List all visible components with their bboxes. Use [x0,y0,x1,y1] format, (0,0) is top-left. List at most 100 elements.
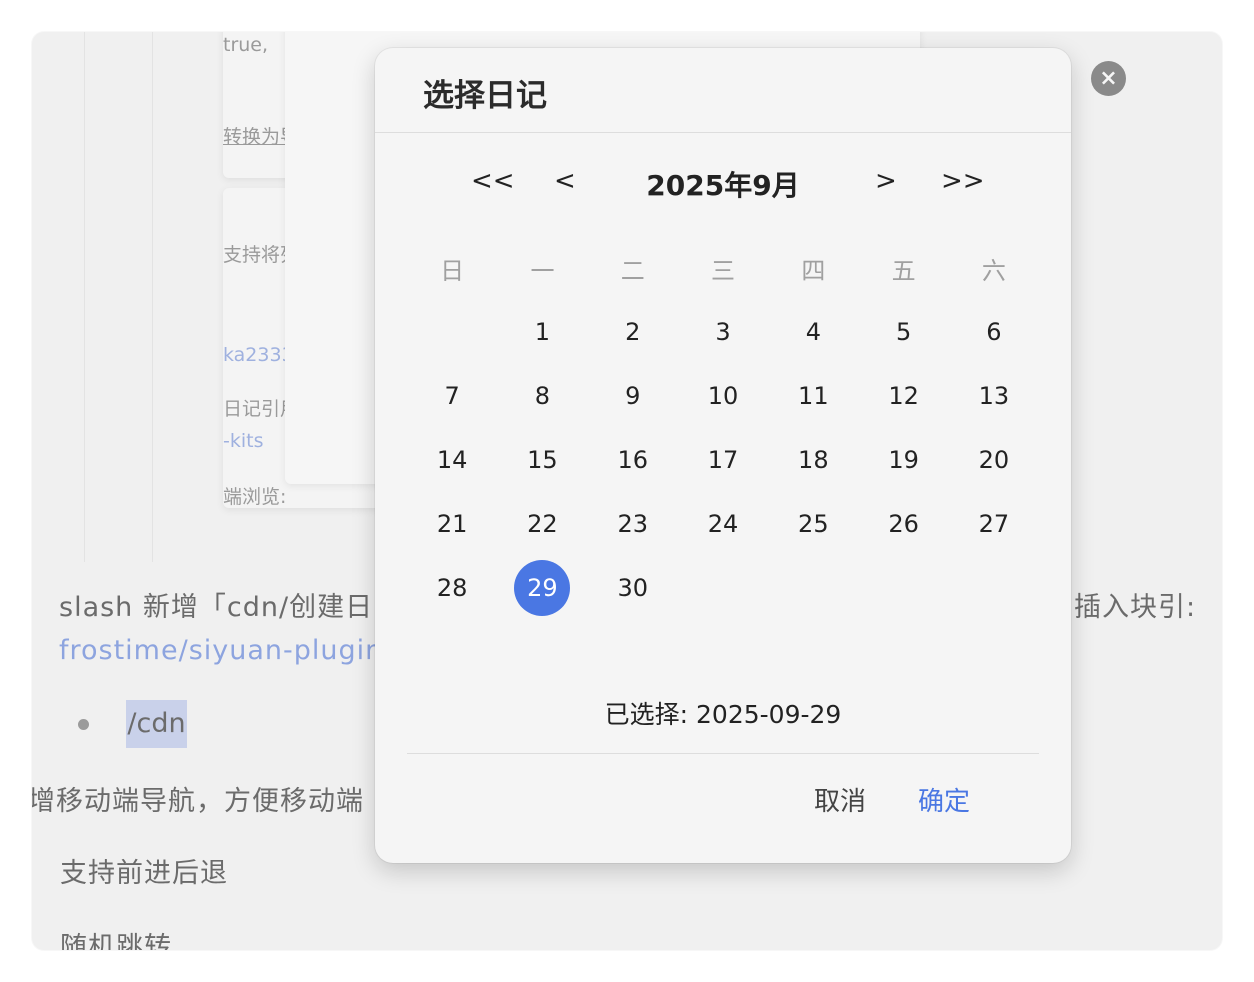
day-cell[interactable]: 2 [588,300,678,364]
day-number: 19 [888,446,919,474]
week-row: 1 2 3 4 5 6 [407,300,1039,364]
day-cell[interactable]: 8 [497,364,587,428]
divider [375,132,1071,133]
day-number: 18 [798,446,829,474]
day-number [424,304,480,360]
day-cell[interactable]: 21 [407,492,497,556]
doc-text: 插入块引: [1074,592,1197,623]
day-cell[interactable]: 11 [768,364,858,428]
doc-text: 增移动端导航，方便移动端 [32,786,364,817]
day-number: 2 [625,318,641,346]
day-number: 16 [617,446,648,474]
day-number: 6 [986,318,1002,346]
selected-date-text: 已选择: 2025-09-29 [604,700,842,729]
day-cell[interactable]: 1 [497,300,587,364]
day-cell[interactable]: 27 [949,492,1039,556]
card-text: 端浏览: [223,486,287,508]
day-cell[interactable]: 20 [949,428,1039,492]
selected-day-cell[interactable]: 29 [497,556,587,620]
guide-line [84,32,85,562]
doc-text: slash 新增「cdn/创建日 [59,592,374,623]
day-number [695,560,751,616]
day-number: 7 [444,382,460,410]
empty-day-cell [678,556,768,620]
dialog-title: 选择日记 [423,78,547,114]
day-number: 21 [436,510,468,538]
weekday-header: 日 一 二 三 四 五 六 [407,236,1039,300]
day-cell[interactable]: 24 [678,492,768,556]
week-row: 7 8 9 10 11 12 13 [407,364,1039,428]
day-number: 1 [534,318,551,346]
day-cell[interactable]: 4 [768,300,858,364]
doc-text: 支持前进后退 [60,858,228,889]
divider [407,753,1039,754]
next-year-button[interactable]: >> [941,166,985,196]
weekday-label: 六 [981,256,1006,285]
day-number: 14 [436,446,468,474]
day-number: 8 [534,382,551,410]
day-number [785,560,841,616]
confirm-button[interactable]: 确定 [918,781,970,818]
week-row: 14 15 16 17 18 19 20 [407,428,1039,492]
highlighted-text: /cdn [126,700,187,748]
day-number: 23 [617,510,648,538]
day-number: 22 [527,510,558,538]
weekday-label: 二 [620,256,645,285]
day-number: 13 [978,382,1010,410]
diary-picker-dialog: 选择日记 << < 2025年9月 > >> 日 一 二 三 四 五 六 123… [375,48,1071,863]
day-cell[interactable]: 14 [407,428,497,492]
doc-text: 随机跳转 [60,932,172,950]
day-cell[interactable]: 7 [407,364,497,428]
week-row: 28 29 30 [407,556,1039,620]
day-cell[interactable]: 5 [858,300,948,364]
day-cell[interactable]: 6 [949,300,1039,364]
day-number: 27 [978,510,1010,538]
doc-link[interactable]: frostime/siyuan-plugin- [59,635,394,666]
day-cell[interactable]: 17 [678,428,768,492]
day-number [876,560,932,616]
cancel-button[interactable]: 取消 [814,781,866,818]
empty-day-cell [768,556,858,620]
day-cell[interactable]: 18 [768,428,858,492]
day-number: 17 [707,446,739,474]
day-cell[interactable]: 30 [588,556,678,620]
day-cell[interactable]: 22 [497,492,587,556]
day-number: 25 [798,510,829,538]
day-number [966,560,1022,616]
weekday-label: 四 [801,256,826,285]
day-number: 3 [715,318,731,346]
day-number: 20 [978,446,1010,474]
day-number: 11 [798,382,829,410]
next-month-button[interactable]: > [875,166,897,196]
week-row: 21 22 23 24 25 26 27 [407,492,1039,556]
day-cell[interactable]: 9 [588,364,678,428]
weekday-label: 三 [711,256,736,285]
day-number: 12 [888,382,919,410]
day-cell[interactable]: 3 [678,300,768,364]
weekday-label: 五 [891,256,916,285]
day-number: 9 [625,382,641,410]
day-cell[interactable]: 10 [678,364,768,428]
day-cell[interactable]: 16 [588,428,678,492]
day-cell[interactable]: 25 [768,492,858,556]
day-cell[interactable]: 19 [858,428,948,492]
card-link: -kits [223,430,264,452]
bullet-dot [78,719,89,730]
day-number: 5 [895,318,912,346]
day-number: 30 [617,574,648,602]
day-cell[interactable]: 28 [407,556,497,620]
day-number: 29 [514,560,571,616]
day-number: 26 [888,510,919,538]
close-icon[interactable]: × [1091,61,1126,96]
empty-day-cell [949,556,1039,620]
day-number: 28 [436,574,468,602]
card-link: ka2333 [223,344,294,366]
day-cell[interactable]: 12 [858,364,948,428]
day-cell[interactable]: 15 [497,428,587,492]
empty-day-cell [407,300,497,364]
day-grid: 1 2 3 4 5 6 7 8 9 10 11 12 13 14 15 16 17 18 19 20 21 22 23 24 2… [407,300,1039,620]
day-cell[interactable]: 23 [588,492,678,556]
day-cell[interactable]: 26 [858,492,948,556]
day-cell[interactable]: 13 [949,364,1039,428]
day-number: 4 [805,318,821,346]
